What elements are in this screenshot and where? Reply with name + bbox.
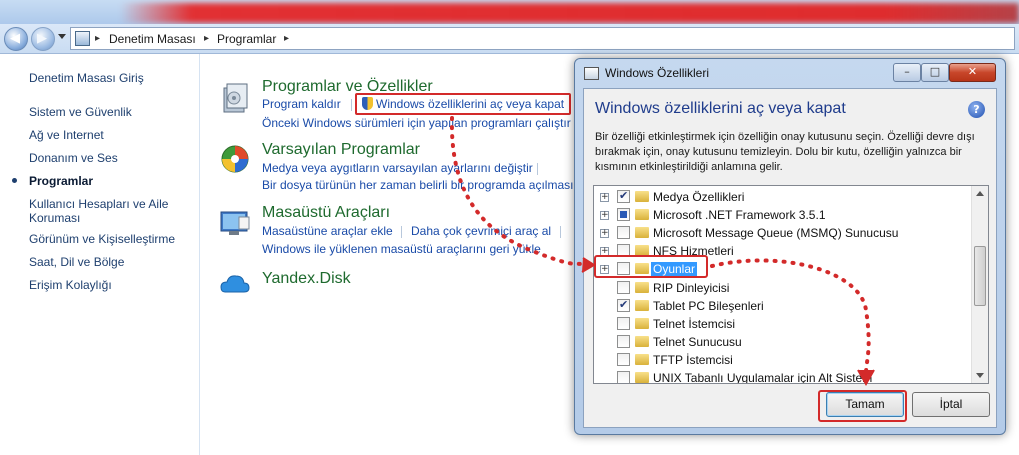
back-button[interactable]: ◀ — [4, 27, 28, 51]
feature-checkbox[interactable] — [617, 298, 630, 312]
forward-arrow-icon: ▶ — [37, 31, 47, 46]
dialog-title: Windows Özellikleri — [605, 66, 710, 80]
link-separator — [401, 226, 402, 238]
vertical-scrollbar[interactable] — [971, 186, 988, 383]
features-link-highlight — [355, 93, 571, 115]
dialog-description: Bir özelliği etkinleştirmek için özelliğ… — [595, 131, 975, 173]
file-type-association-link[interactable]: Bir dosya türünün her zaman belirli bir … — [262, 178, 573, 192]
close-button[interactable]: ✕ — [949, 63, 996, 82]
default-programs-icon — [221, 145, 249, 173]
title-glow — [120, 3, 1019, 23]
feature-checkbox[interactable] — [617, 334, 630, 348]
breadcrumb-programs[interactable]: Programlar — [217, 32, 276, 46]
sidebar-item-user-accounts[interactable]: Kullanıcı Hesapları ve Aile Koruması — [29, 197, 179, 225]
link-separator — [351, 99, 352, 111]
breadcrumb-control-panel[interactable]: Denetim Masası — [109, 32, 196, 46]
feature-label[interactable]: Tablet PC Bileşenleri — [653, 299, 764, 313]
sidebar-item-appearance[interactable]: Görünüm ve Kişiselleştirme — [29, 232, 175, 246]
add-gadgets-link[interactable]: Masaüstüne araçlar ekle — [262, 224, 393, 238]
folder-icon — [635, 281, 649, 293]
feature-row[interactable]: Telnet İstemcisi — [594, 315, 970, 333]
feature-label[interactable]: Microsoft Message Queue (MSMQ) Sunucusu — [653, 226, 898, 240]
chevron-right-icon[interactable]: ▸ — [284, 33, 289, 44]
feature-row[interactable]: UNIX Tabanlı Uygulamalar için Alt Sistem — [594, 369, 970, 383]
ok-button-highlight — [818, 390, 907, 422]
feature-checkbox[interactable] — [617, 226, 630, 240]
restore-gadgets-link[interactable]: Windows ile yüklenen masaüstü araçlarını… — [262, 242, 541, 256]
feature-label[interactable]: RIP Dinleyicisi — [653, 281, 729, 295]
folder-icon — [635, 372, 649, 383]
folder-icon — [635, 317, 649, 329]
desktop-gadgets-icon — [220, 211, 250, 235]
link-separator — [537, 163, 538, 175]
feature-checkbox[interactable] — [617, 280, 630, 294]
feature-row[interactable]: Tablet PC Bileşenleri — [594, 297, 970, 315]
expand-plus-icon[interactable]: + — [600, 229, 609, 239]
sidebar-item-ease-of-access[interactable]: Erişim Kolaylığı — [29, 278, 112, 292]
window-icon — [584, 67, 599, 80]
programs-features-icon — [223, 83, 248, 113]
forward-button[interactable]: ▶ — [31, 27, 55, 51]
compatibility-link[interactable]: Önceki Windows sürümleri için yapılan pr… — [262, 116, 571, 130]
folder-icon — [635, 299, 649, 311]
folder-icon — [635, 335, 649, 347]
feature-label[interactable]: UNIX Tabanlı Uygulamalar için Alt Sistem — [653, 371, 872, 383]
windows-features-dialog: Windows Özellikleri – □ ✕ Windows özelli… — [574, 58, 1006, 435]
chevron-right-icon[interactable]: ▸ — [204, 33, 209, 44]
chevron-right-icon[interactable]: ▸ — [95, 33, 100, 44]
feature-row[interactable]: + Microsoft .NET Framework 3.5.1 — [594, 206, 970, 224]
feature-row[interactable]: RIP Dinleyicisi — [594, 279, 970, 297]
sidebar-item-network[interactable]: Ağ ve Internet — [29, 128, 104, 142]
folder-icon — [635, 209, 649, 221]
feature-checkbox[interactable] — [617, 316, 630, 330]
folder-icon — [635, 353, 649, 365]
cancel-button[interactable]: İptal — [912, 392, 990, 417]
maximize-button[interactable]: □ — [921, 63, 949, 82]
sidebar-item-system-security[interactable]: Sistem ve Güvenlik — [29, 105, 132, 119]
recent-pages-dropdown-icon[interactable] — [58, 34, 66, 39]
scroll-thumb[interactable] — [974, 246, 986, 306]
uninstall-program-link[interactable]: Program kaldır — [262, 97, 341, 111]
more-gadgets-online-link[interactable]: Daha çok çevrimiçi araç al — [411, 224, 551, 238]
feature-label[interactable]: Telnet İstemcisi — [653, 317, 735, 331]
folder-icon — [635, 191, 649, 202]
scroll-down-icon[interactable] — [976, 373, 984, 378]
back-arrow-icon: ◀ — [10, 31, 20, 46]
feature-label[interactable]: Telnet Sunucusu — [653, 335, 742, 349]
expand-plus-icon[interactable]: + — [600, 211, 609, 221]
oyunlar-highlight — [594, 255, 708, 278]
feature-row[interactable]: + Medya Özellikleri — [594, 188, 970, 206]
active-bullet-icon — [12, 178, 17, 183]
feature-checkbox[interactable] — [617, 371, 630, 383]
feature-label[interactable]: Microsoft .NET Framework 3.5.1 — [653, 208, 826, 222]
feature-label[interactable]: TFTP İstemcisi — [653, 353, 733, 367]
sidebar-item-hardware[interactable]: Donanım ve Ses — [29, 151, 118, 165]
feature-row[interactable]: Telnet Sunucusu — [594, 333, 970, 351]
scroll-up-icon[interactable] — [976, 191, 984, 196]
change-media-defaults-link[interactable]: Medya veya aygıtların varsayılan ayarlar… — [262, 161, 533, 175]
control-panel-icon — [75, 31, 90, 46]
feature-row[interactable]: + Microsoft Message Queue (MSMQ) Sunucusu — [594, 224, 970, 242]
folder-icon — [635, 227, 649, 239]
yandex-disk-cloud-icon — [220, 275, 250, 293]
feature-label[interactable]: Medya Özellikleri — [653, 190, 744, 204]
address-field[interactable]: ▸ Denetim Masası ▸ Programlar ▸ — [70, 27, 1015, 50]
help-icon[interactable]: ? — [968, 101, 985, 118]
feature-checkbox[interactable] — [617, 189, 630, 203]
sidebar-item-clock-region[interactable]: Saat, Dil ve Bölge — [29, 255, 124, 269]
feature-checkbox[interactable] — [617, 208, 630, 222]
desktop-gadgets-title[interactable]: Masaüstü Araçları — [262, 204, 390, 222]
yandex-disk-title[interactable]: Yandex.Disk — [262, 270, 351, 288]
dialog-heading: Windows özelliklerini aç veya kapat — [595, 100, 846, 117]
sidebar-item-home[interactable]: Denetim Masası Giriş — [29, 71, 144, 85]
default-programs-title[interactable]: Varsayılan Programlar — [262, 141, 420, 159]
sidebar-item-programs[interactable]: Programlar — [29, 174, 93, 188]
expand-plus-icon[interactable]: + — [600, 193, 609, 202]
minimize-button[interactable]: – — [893, 63, 921, 82]
feature-row[interactable]: TFTP İstemcisi — [594, 351, 970, 369]
feature-checkbox[interactable] — [617, 352, 630, 366]
features-tree[interactable]: + Medya Özellikleri + Microsoft .NET Framew… — [593, 185, 989, 384]
link-separator — [560, 226, 561, 238]
